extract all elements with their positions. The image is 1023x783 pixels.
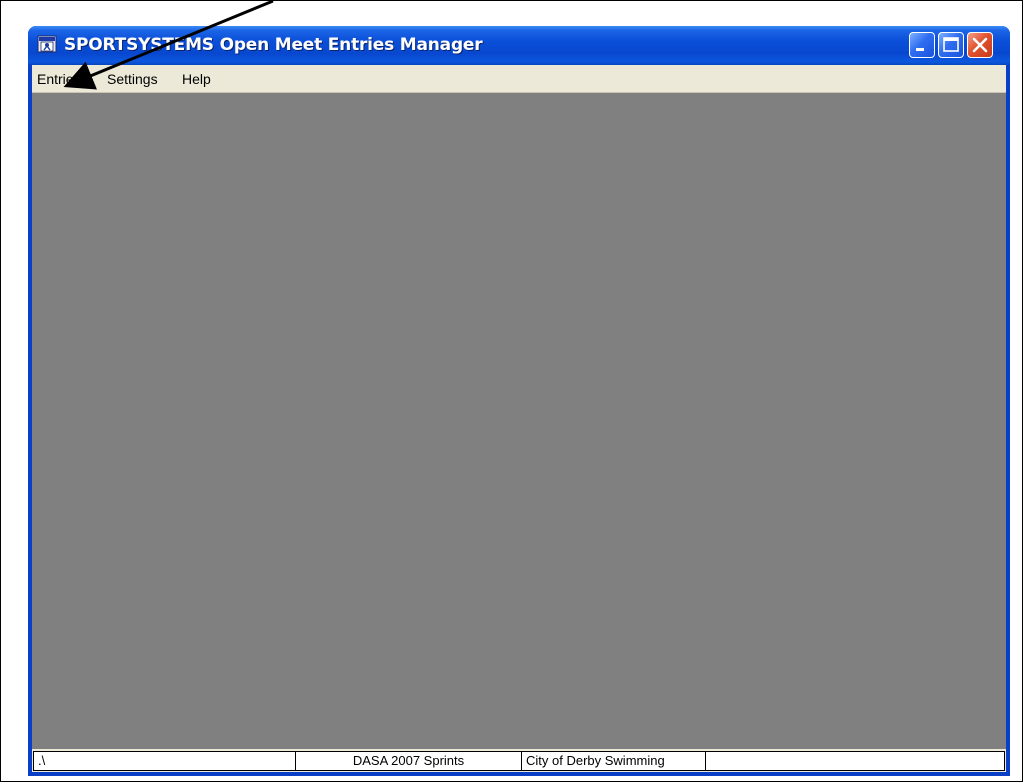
status-pane-meet: DASA 2007 Sprints bbox=[295, 751, 522, 771]
menu-help[interactable]: Help bbox=[182, 71, 211, 87]
app-icon[interactable] bbox=[37, 34, 57, 54]
maximize-button[interactable] bbox=[938, 32, 964, 58]
status-bar: .\ DASA 2007 Sprints City of Derby Swimm… bbox=[32, 749, 1006, 772]
status-pane-empty bbox=[705, 751, 1005, 771]
menu-settings[interactable]: Settings bbox=[107, 71, 158, 87]
window-title: SPORTSYSTEMS Open Meet Entries Manager bbox=[64, 35, 483, 55]
document-frame: SPORTSYSTEMS Open Meet Entries Manager E… bbox=[0, 0, 1023, 782]
status-pane-club: City of Derby Swimming bbox=[521, 751, 706, 771]
close-icon bbox=[972, 37, 988, 53]
maximize-icon bbox=[943, 37, 959, 52]
mdi-workspace[interactable] bbox=[32, 93, 1006, 749]
minimize-button[interactable] bbox=[909, 32, 935, 58]
minimize-icon bbox=[916, 48, 924, 51]
status-pane-path: .\ bbox=[33, 751, 296, 771]
menu-bar: Entries Settings Help bbox=[32, 65, 1006, 93]
app-window: SPORTSYSTEMS Open Meet Entries Manager E… bbox=[28, 26, 1010, 776]
client-area: Entries Settings Help .\ DASA 2007 Sprin… bbox=[32, 65, 1006, 772]
title-bar[interactable]: SPORTSYSTEMS Open Meet Entries Manager bbox=[28, 26, 1010, 65]
close-button[interactable] bbox=[967, 32, 993, 58]
menu-entries[interactable]: Entries bbox=[37, 71, 81, 87]
